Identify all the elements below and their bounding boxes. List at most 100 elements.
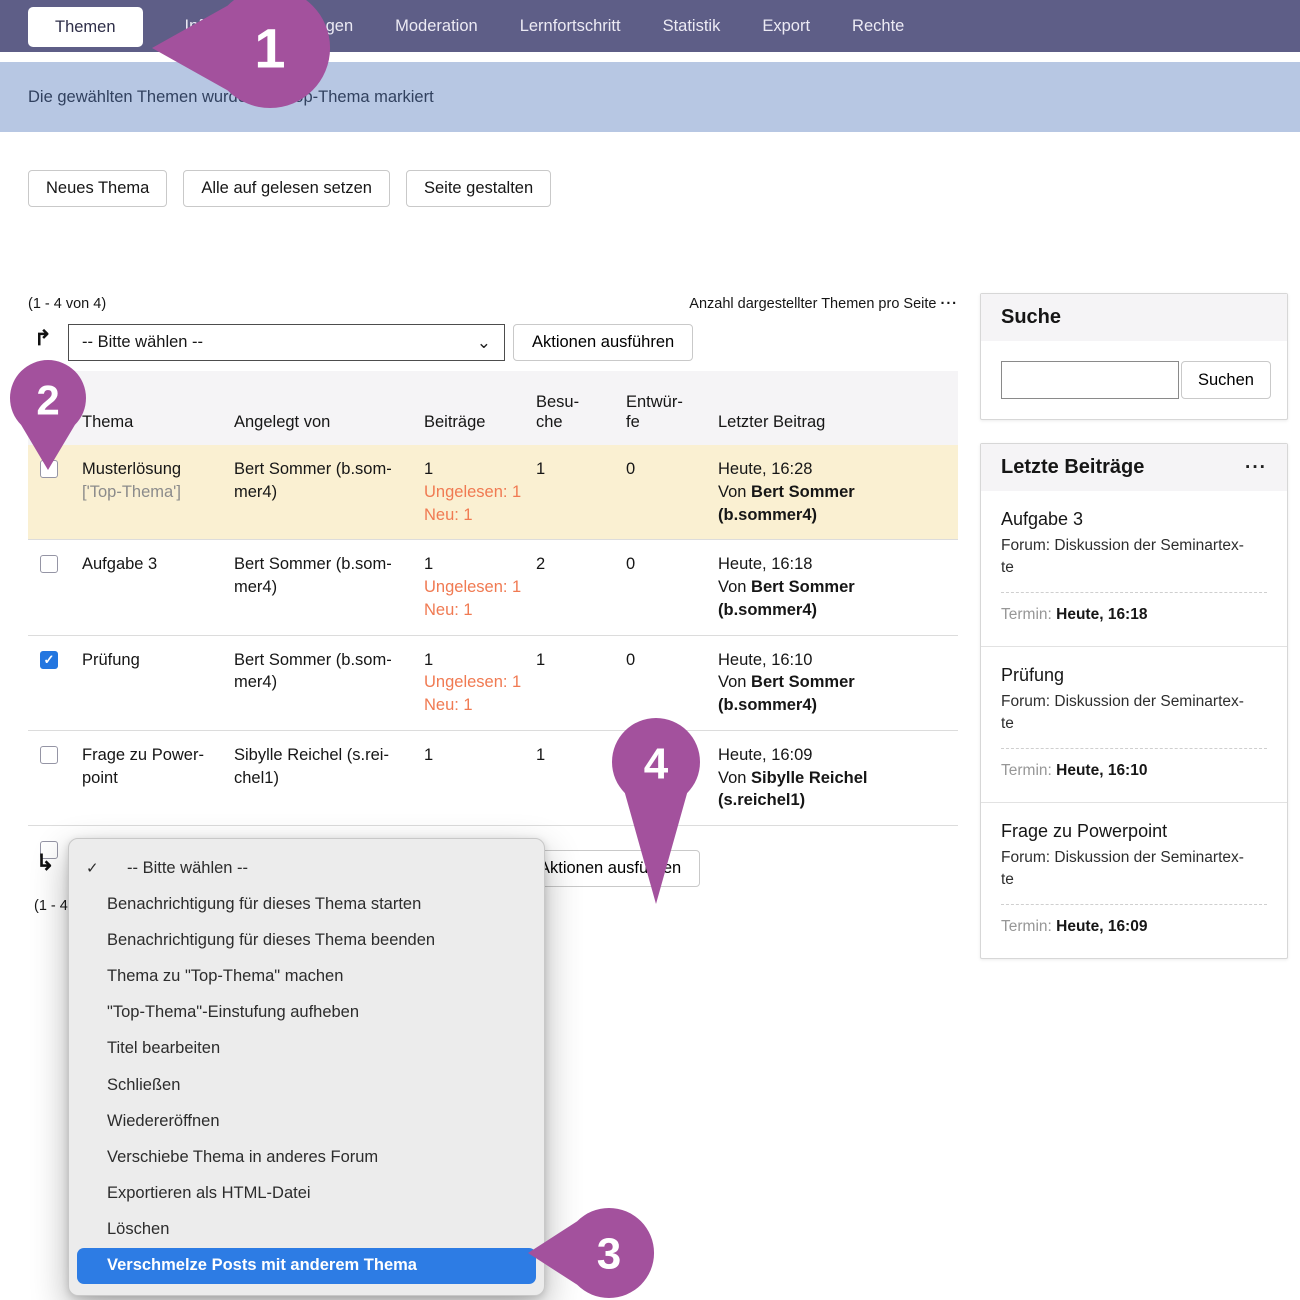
topic-title[interactable]: Prüfung — [82, 649, 224, 672]
topics-table: Thema Angelegt von Beiträge Besu- che En… — [28, 371, 958, 873]
posts-count: 1 — [424, 744, 526, 767]
menu-item-bitte-waehlen[interactable]: ✓ -- Bitte wählen -- — [69, 850, 544, 886]
topic-title[interactable]: Frage zu Power- point — [82, 744, 224, 790]
new-count: Neu: 1 — [424, 504, 526, 527]
execute-actions-button-top[interactable]: Aktionen ausführen — [513, 324, 693, 361]
topic-title[interactable]: Musterlösung — [82, 458, 224, 481]
last-post-time: Heute, 16:28 — [718, 458, 948, 481]
entry-forum: Forum: Diskussion der Seminartex- te — [1001, 535, 1267, 580]
visits-count: 1 — [536, 744, 626, 767]
last-post-time: Heute, 16:18 — [718, 553, 948, 576]
apply-arrow-bottom-icon: ↳ — [36, 850, 54, 876]
entry-title[interactable]: Prüfung — [1001, 665, 1267, 686]
drafts-count: 0 — [626, 458, 718, 481]
new-topic-button[interactable]: Neues Thema — [28, 170, 167, 207]
menu-item-verschmelze-posts[interactable]: Verschmelze Posts mit anderem Thema — [77, 1248, 536, 1284]
row-checkbox-checked[interactable]: ✓ — [40, 651, 58, 669]
pagination-row: (1 - 4 von 4) Anzahl dargestellter Theme… — [28, 296, 958, 312]
menu-item-benachrichtigung-beenden[interactable]: Benachrichtigung für dieses Thema beende… — [69, 922, 544, 958]
callout-3: 3 — [524, 1206, 664, 1300]
divider — [1001, 592, 1267, 593]
tab-einstellungen[interactable]: Einstellungen — [254, 0, 353, 52]
menu-item-titel-bearbeiten[interactable]: Titel bearbeiten — [69, 1031, 544, 1067]
menu-item-verschiebe-thema[interactable]: Verschiebe Thema in anderes Forum — [69, 1139, 544, 1175]
status-banner-text: Die gewählten Themen wurden als Top-Them… — [28, 88, 434, 107]
termin-value: Heute, 16:09 — [1056, 918, 1147, 935]
per-page-dots-icon[interactable]: ··· — [941, 296, 959, 312]
topic-author: Bert Sommer (b.som- mer4) — [234, 553, 424, 599]
apply-arrow-icon: ↱ — [34, 326, 52, 351]
latest-posts-title: Letzte Beiträge — [1001, 456, 1144, 479]
posts-count: 1 — [424, 553, 526, 576]
search-panel-header: Suche — [981, 294, 1287, 341]
search-panel-body: Suchen — [981, 341, 1287, 419]
menu-item-top-thema-machen[interactable]: Thema zu "Top-Thema" machen — [69, 959, 544, 995]
design-page-button[interactable]: Seite gestalten — [406, 170, 551, 207]
drafts-count: 0 — [626, 649, 718, 672]
tab-rechte[interactable]: Rechte — [852, 0, 904, 52]
header-besuche: Besu- che — [536, 392, 626, 433]
visits-count: 1 — [536, 649, 626, 672]
menu-item-schliessen[interactable]: Schließen — [69, 1067, 544, 1103]
posts-count: 1 — [424, 458, 526, 481]
termin-label: Termin: — [1001, 918, 1052, 935]
chevron-down-icon: ⌄ — [477, 333, 491, 353]
von-label: Von — [718, 483, 746, 501]
panel-dots-icon[interactable]: ··· — [1245, 457, 1267, 479]
unread-count: Ungelesen: 1 — [424, 576, 526, 599]
row-checkbox[interactable] — [40, 555, 58, 573]
execute-actions-button-bottom[interactable]: Aktionen ausführen — [520, 850, 700, 887]
action-select-value: -- Bitte wählen -- — [82, 333, 203, 352]
menu-item-exportieren-html[interactable]: Exportieren als HTML-Datei — [69, 1176, 544, 1212]
header-beitraege: Beiträge — [424, 412, 536, 433]
divider — [1001, 748, 1267, 749]
tab-statistik[interactable]: Statistik — [663, 0, 721, 52]
unread-count: Ungelesen: 1 — [424, 481, 526, 504]
search-button[interactable]: Suchen — [1181, 361, 1271, 399]
per-page-label: Anzahl dargestellter Themen pro Seite — [689, 296, 936, 312]
actions-dropdown-menu: ✓ -- Bitte wählen -- Benachrichtigung fü… — [68, 838, 545, 1296]
list-item: Prüfung Forum: Diskussion der Seminartex… — [981, 646, 1287, 802]
list-item: Aufgabe 3 Forum: Diskussion der Seminart… — [981, 491, 1287, 646]
tab-moderation[interactable]: Moderation — [395, 0, 478, 52]
status-banner: Die gewählten Themen wurden als Top-Them… — [0, 62, 1300, 132]
header-letzter-beitrag: Letzter Beitrag — [718, 412, 958, 433]
tab-export[interactable]: Export — [762, 0, 810, 52]
callout-3-number: 3 — [597, 1230, 621, 1279]
tab-themen[interactable]: Themen — [28, 7, 143, 47]
tab-lernfortschritt[interactable]: Lernfortschritt — [520, 0, 621, 52]
per-page-control[interactable]: Anzahl dargestellter Themen pro Seite ··… — [689, 296, 958, 312]
last-post-time: Heute, 16:10 — [718, 649, 948, 672]
forum-admin-page: Themen Info Einstellungen Moderation Ler… — [0, 0, 1300, 1300]
check-icon: ✓ — [86, 859, 99, 877]
tab-bar: Themen Info Einstellungen Moderation Ler… — [0, 0, 1300, 52]
menu-item-top-thema-aufheben[interactable]: "Top-Thema"-Einstufung aufheben — [69, 995, 544, 1031]
unread-count: Ungelesen: 1 — [424, 671, 526, 694]
menu-item-label: -- Bitte wählen -- — [127, 859, 248, 878]
search-panel-title: Suche — [1001, 306, 1061, 329]
entry-title[interactable]: Frage zu Powerpoint — [1001, 821, 1267, 842]
menu-item-wiedereroeffnen[interactable]: Wiedereröffnen — [69, 1103, 544, 1139]
mark-all-read-button[interactable]: Alle auf gelesen setzen — [183, 170, 390, 207]
topic-author: Sibylle Reichel (s.rei- chel1) — [234, 744, 424, 790]
topic-title[interactable]: Aufgabe 3 — [82, 553, 224, 576]
von-label: Von — [718, 673, 746, 691]
search-input[interactable] — [1001, 361, 1179, 399]
toolbar: Neues Thema Alle auf gelesen setzen Seit… — [28, 170, 551, 207]
table-row: Frage zu Power- point Sibylle Reichel (s… — [28, 731, 958, 826]
header-angelegt-von: Angelegt von — [234, 412, 424, 433]
row-checkbox[interactable] — [40, 460, 58, 478]
action-row-top: ↱ -- Bitte wählen -- ⌄ Aktionen ausführe… — [28, 324, 958, 361]
von-label: Von — [718, 769, 746, 787]
termin-value: Heute, 16:18 — [1056, 606, 1147, 623]
entry-title[interactable]: Aufgabe 3 — [1001, 509, 1267, 530]
tab-info[interactable]: Info — [185, 0, 213, 52]
menu-item-benachrichtigung-starten[interactable]: Benachrichtigung für dieses Thema starte… — [69, 886, 544, 922]
row-checkbox[interactable] — [40, 746, 58, 764]
search-panel: Suche Suchen — [980, 293, 1288, 420]
topic-author: Bert Sommer (b.som- mer4) — [234, 458, 424, 504]
menu-item-loeschen[interactable]: Löschen — [69, 1212, 544, 1248]
posts-count: 1 — [424, 649, 526, 672]
action-select-top[interactable]: -- Bitte wählen -- ⌄ — [68, 324, 505, 361]
table-row: Aufgabe 3 Bert Sommer (b.som- mer4) 1 Un… — [28, 540, 958, 635]
